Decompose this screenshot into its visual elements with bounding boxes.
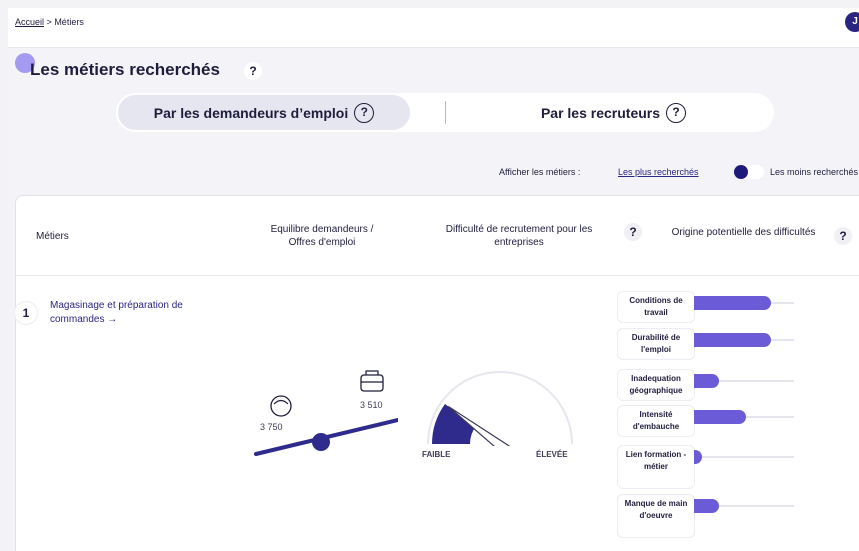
filter-label: Afficher les métiers : bbox=[499, 167, 581, 177]
origine-help-icon[interactable]: ? bbox=[834, 227, 852, 245]
breadcrumb-current: Métiers bbox=[54, 17, 84, 27]
gauge-high-label: ÉLEVÉE bbox=[536, 450, 568, 459]
filter-toggle[interactable] bbox=[734, 165, 764, 179]
offres-count: 3 510 bbox=[360, 400, 383, 410]
difficulte-help-icon[interactable]: ? bbox=[624, 223, 642, 241]
breadcrumb-home-link[interactable]: Accueil bbox=[15, 17, 44, 27]
breadcrumb-separator: > bbox=[46, 17, 52, 27]
tab-recruteurs[interactable]: Par les recruteurs ? bbox=[453, 93, 774, 132]
origin-label: Intensité d'embauche bbox=[618, 406, 694, 436]
top-bar: Accueil > Métiers J bbox=[8, 8, 859, 48]
demandeurs-count: 3 750 bbox=[260, 422, 283, 432]
origin-bar-fill bbox=[694, 499, 719, 513]
tab-demandeurs-help-icon[interactable]: ? bbox=[354, 102, 375, 123]
origin-bar-track bbox=[694, 410, 794, 424]
tab-divider bbox=[445, 101, 446, 124]
briefcase-handle bbox=[361, 370, 383, 383]
tab-demandeurs-label: Par les demandeurs d’emploi bbox=[153, 104, 349, 121]
filter-option-least[interactable]: Les moins recherchés bbox=[770, 167, 858, 177]
tab-demandeurs[interactable]: Par les demandeurs d’emploi ? bbox=[118, 95, 410, 130]
origin-bar-fill bbox=[694, 410, 746, 424]
toggle-knob bbox=[734, 165, 748, 179]
job-link[interactable]: Magasinage et préparation de commandes → bbox=[50, 299, 210, 327]
user-avatar[interactable]: J bbox=[845, 12, 859, 32]
origin-bar-fill bbox=[694, 374, 719, 388]
tab-recruteurs-label: Par les recruteurs bbox=[540, 104, 661, 121]
origin-bar-track bbox=[694, 499, 794, 513]
header-origine: Origine potentielle des difficultés bbox=[671, 227, 816, 238]
origin-label: Inadequation géographique bbox=[618, 370, 694, 400]
header-difficulte: Difficulté de recrutement pour les entre… bbox=[445, 224, 593, 248]
origin-bar-track bbox=[694, 374, 794, 388]
job-seeker-hair bbox=[273, 399, 289, 405]
origin-label: Conditions de travail bbox=[618, 292, 694, 322]
balance-chart bbox=[254, 370, 398, 456]
view-tabs: Par les demandeurs d’emploi ? Par les re… bbox=[116, 93, 774, 132]
breadcrumb: Accueil > Métiers bbox=[15, 17, 84, 27]
origin-label: Lien formation - métier bbox=[618, 446, 694, 488]
origin-label: Manque de main d'oeuvre bbox=[618, 495, 694, 537]
origin-bar-track bbox=[694, 333, 794, 347]
origin-bar-track bbox=[694, 450, 794, 464]
filter-option-most[interactable]: Les plus recherchés bbox=[618, 167, 699, 177]
header-divider bbox=[16, 275, 859, 276]
origin-label: Durabilité de l'emploi bbox=[618, 329, 694, 359]
gauge-low-label: FAIBLE bbox=[422, 450, 451, 459]
job-seeker-icon bbox=[270, 395, 292, 417]
difficulty-gauge bbox=[427, 371, 573, 446]
origin-bar-fill bbox=[694, 333, 771, 347]
tab-recruteurs-help-icon[interactable]: ? bbox=[666, 102, 687, 123]
balance-pivot bbox=[312, 433, 330, 451]
header-metiers: Métiers bbox=[36, 231, 69, 242]
briefcase-icon bbox=[360, 374, 384, 392]
page-title: Les métiers recherchés bbox=[30, 60, 220, 79]
origin-bar-track bbox=[694, 296, 794, 310]
header-equilibre: Equilibre demandeurs / Offres d'emploi bbox=[270, 224, 374, 248]
main-content: Les métiers recherchés ? Par les demande… bbox=[8, 48, 859, 551]
title-help-icon[interactable]: ? bbox=[244, 62, 262, 80]
origin-bar-fill bbox=[694, 296, 771, 310]
row-rank: 1 bbox=[15, 302, 37, 324]
